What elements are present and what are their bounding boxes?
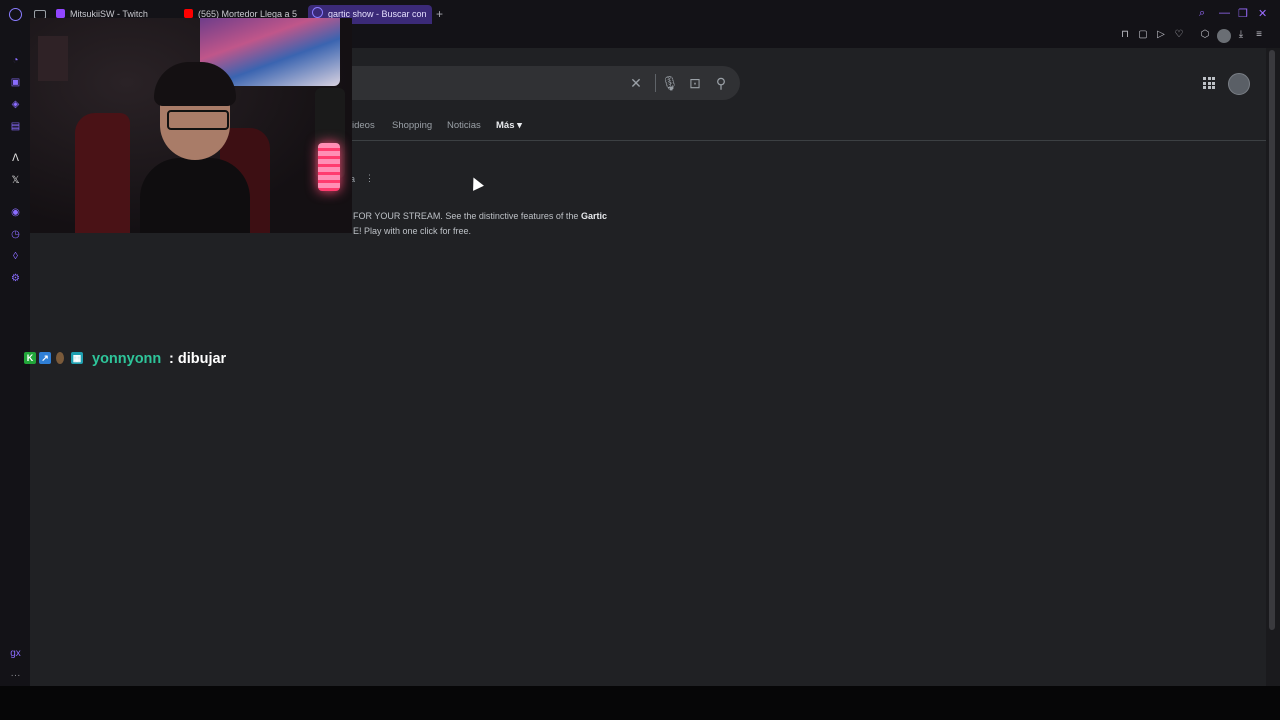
streamer-body	[140, 158, 250, 233]
maximize-icon[interactable]: ❐	[1238, 7, 1248, 20]
twitch-sidebar-icon[interactable]: ᐱ	[10, 153, 21, 164]
wall-poster	[38, 36, 68, 81]
led-light	[318, 143, 340, 191]
download-icon[interactable]: ⤓	[1236, 30, 1246, 40]
gaming-chair	[75, 113, 130, 233]
result-options-icon[interactable]: ⋮	[365, 173, 374, 184]
search-submit-icon[interactable]: ⚲	[713, 75, 729, 91]
streamer-webcam	[30, 18, 352, 233]
extensions-icon[interactable]: ⬡	[1200, 30, 1210, 40]
youtube-icon	[184, 9, 193, 18]
search-divider	[655, 74, 656, 92]
trophy-badge-icon	[56, 352, 64, 364]
aria-icon[interactable]: ◔	[10, 55, 21, 66]
search-box[interactable]: ✕ 🎙 ⊡ ⚲	[320, 66, 740, 100]
chat-username: yonnyonn	[92, 351, 162, 367]
google-account-avatar[interactable]	[1228, 73, 1250, 95]
search-tabs-icon[interactable]: ⌕	[1199, 7, 1205, 20]
search-input[interactable]	[350, 72, 614, 96]
minimize-icon[interactable]: —	[1219, 7, 1230, 19]
bookmark-icon[interactable]: ⊓	[1120, 30, 1130, 40]
tab-videos[interactable]: ideos	[352, 120, 375, 131]
profile-icon[interactable]	[1217, 29, 1231, 43]
twitch-icon	[56, 9, 65, 18]
settings-gear-icon[interactable]: ⚙	[10, 273, 21, 284]
player-sidebar-icon[interactable]: ◉	[10, 207, 21, 218]
scrollbar-thumb[interactable]	[1269, 50, 1275, 630]
workspaces-icon[interactable]: ◈	[10, 99, 21, 110]
close-window-icon[interactable]: ✕	[1258, 7, 1267, 20]
messenger-icon[interactable]: ▤	[10, 121, 21, 132]
boost-badge-icon: ↗	[39, 352, 51, 364]
kick-badge-icon: K	[24, 352, 36, 364]
player-icon[interactable]: ▷	[1156, 30, 1166, 40]
snippet-keyword: Gartic	[580, 211, 607, 221]
voice-search-icon[interactable]: 🎙	[661, 75, 679, 91]
x-twitter-icon[interactable]: 𝕏	[10, 175, 21, 186]
snippet-line1: FOR YOUR STREAM. See the distinctive fea…	[353, 211, 581, 221]
chat-text: : dibujar	[169, 351, 227, 367]
streamer-glasses	[167, 110, 229, 130]
tab-more[interactable]: Más ▾	[496, 120, 522, 131]
subscriber-badge-icon: ▦	[71, 352, 83, 364]
opera-logo-icon[interactable]	[9, 8, 22, 21]
tab-news[interactable]: Noticias	[447, 120, 481, 131]
gx-icon[interactable]: gx	[10, 648, 21, 659]
snapshot-icon[interactable]: ▢	[1138, 30, 1148, 40]
crypto-wallet-icon[interactable]: ▣	[10, 77, 21, 88]
result-snippet: FOR YOUR STREAM. See the distinctive fea…	[353, 209, 633, 239]
opera-sidebar	[0, 48, 30, 720]
more-icon[interactable]: ···	[10, 670, 21, 681]
google-apps-icon[interactable]	[1203, 77, 1215, 89]
snippet-line2: E! Play with one click for free.	[353, 226, 472, 236]
google-icon	[312, 7, 323, 18]
pinboard-icon[interactable]: ◊	[10, 251, 21, 262]
menu-icon[interactable]: ≡	[1254, 30, 1264, 40]
history-icon[interactable]: ◷	[10, 229, 21, 240]
page-scrollbar[interactable]	[1266, 48, 1280, 686]
lens-search-icon[interactable]: ⊡	[687, 75, 703, 91]
bottom-bar	[0, 686, 1280, 720]
new-tab-button[interactable]: +	[436, 7, 443, 21]
clear-search-icon[interactable]: ✕	[628, 75, 644, 91]
heart-icon[interactable]: ♡	[1174, 30, 1184, 40]
tab-shopping[interactable]: Shopping	[392, 120, 432, 131]
